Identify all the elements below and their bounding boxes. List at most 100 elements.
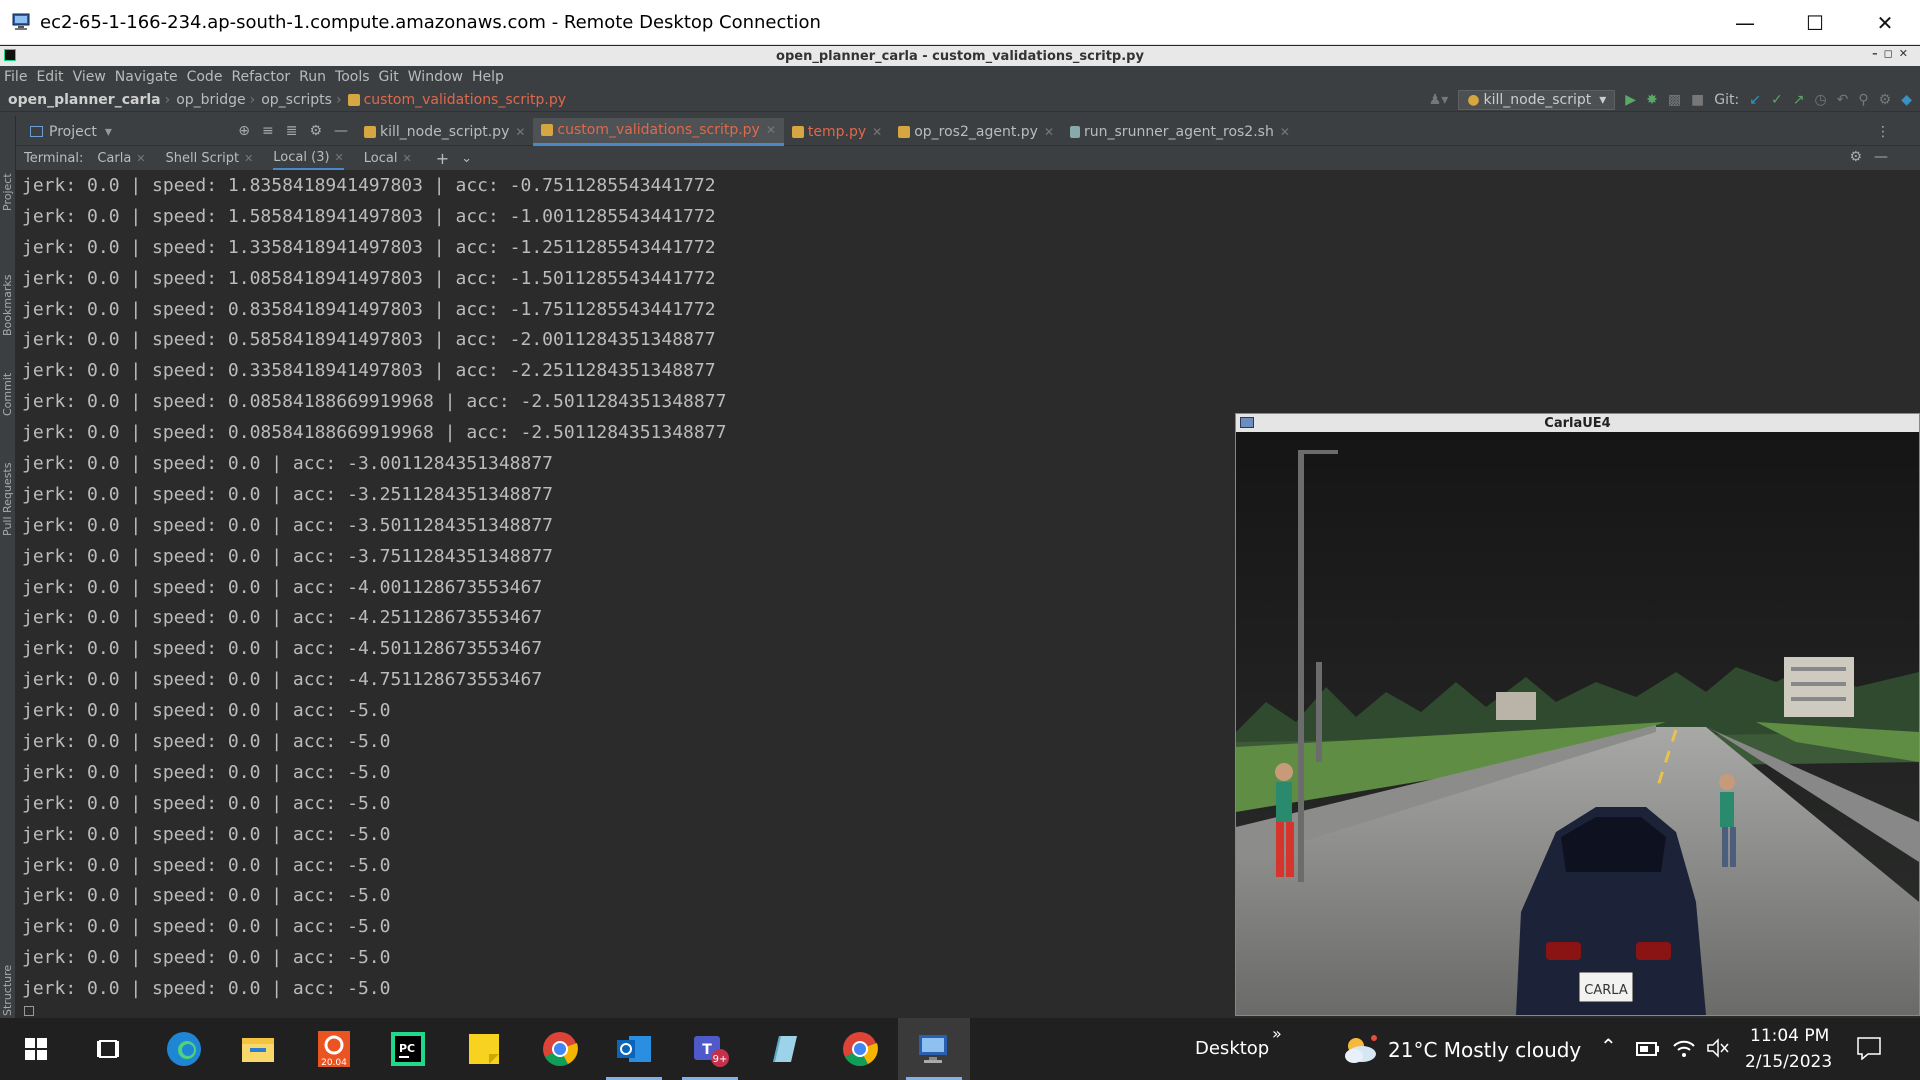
edge-icon[interactable] [148, 1018, 220, 1080]
terminal-tab-carla[interactable]: Carla ✕ [97, 146, 145, 170]
start-icon[interactable] [0, 1018, 72, 1080]
project-panel-header[interactable]: Project ▾ ⊕ ≡ ≣ ⚙ — [16, 118, 356, 146]
chrome-icon[interactable] [524, 1018, 596, 1080]
carla-title-bar[interactable]: CarlaUE4 [1236, 414, 1919, 432]
close-icon[interactable]: ✕ [1850, 0, 1920, 45]
tab-custom-validations[interactable]: custom_validations_scritp.py ✕ [533, 117, 784, 146]
stop-icon[interactable]: ■ [1691, 92, 1704, 108]
ubuntu-icon[interactable]: 20.04 [298, 1018, 370, 1080]
menu-view[interactable]: View [73, 69, 106, 85]
run-icon[interactable]: ▶ [1625, 92, 1636, 108]
tab-op-ros2-agent[interactable]: op_ros2_agent.py ✕ [890, 118, 1062, 146]
breadcrumb-op-bridge[interactable]: op_bridge [176, 92, 245, 108]
more-tabs-icon[interactable]: ⋮ [1876, 124, 1890, 140]
close-icon[interactable]: ✕ [402, 152, 411, 165]
user-icon[interactable]: ♟▾ [1429, 92, 1449, 108]
chevron-down-icon[interactable]: ▾ [105, 124, 112, 140]
maximize-icon[interactable]: ☐ [1780, 0, 1850, 45]
breadcrumb-op-scripts[interactable]: op_scripts [261, 92, 332, 108]
terminal-tab-local-3[interactable]: Local (3) ✕ [273, 146, 344, 170]
sidebar-pull-requests[interactable]: Pull Requests [1, 463, 14, 536]
remote-desktop-icon[interactable] [898, 1018, 970, 1080]
carla-viewport[interactable]: CARLA [1236, 432, 1919, 1015]
terminal-tab-shell-script[interactable]: Shell Script ✕ [166, 146, 254, 170]
editor-tab-row: Project ▾ ⊕ ≡ ≣ ⚙ — kill_node_script.py ✕… [16, 117, 1920, 146]
menu-git[interactable]: Git [379, 69, 399, 85]
tab-kill-node-script[interactable]: kill_node_script.py ✕ [356, 118, 533, 146]
terminal-settings-icons[interactable]: ⚙— [1849, 149, 1900, 165]
expand-all-icon[interactable]: ≡ [262, 123, 274, 139]
gear-icon[interactable]: ⚙ [309, 123, 322, 139]
menu-run[interactable]: Run [299, 69, 326, 85]
chrome-icon[interactable] [824, 1018, 896, 1080]
tab-temp[interactable]: temp.py ✕ [784, 118, 890, 146]
weather-text[interactable]: 21°C Mostly cloudy [1388, 1038, 1581, 1062]
menu-edit[interactable]: Edit [36, 69, 63, 85]
git-push-icon[interactable]: ↗ [1793, 92, 1805, 108]
teams-icon[interactable]: T 9+ [674, 1018, 746, 1080]
volume-muted-icon[interactable] [1706, 1038, 1730, 1062]
close-tab-icon[interactable]: ✕ [766, 123, 776, 137]
desktop-toolbar-label[interactable]: Desktop [1195, 1038, 1269, 1059]
close-tab-icon[interactable]: ✕ [1044, 125, 1054, 139]
git-rollback-icon[interactable]: ↶ [1837, 92, 1849, 108]
chevron-up-icon[interactable]: ⌃ [1600, 1034, 1617, 1058]
file-explorer-icon[interactable] [222, 1018, 294, 1080]
svg-text:9+: 9+ [713, 1054, 728, 1065]
sidebar-structure[interactable]: Structure [1, 965, 14, 1016]
breadcrumb-file[interactable]: custom_validations_scritp.py [364, 92, 566, 108]
breadcrumb-project[interactable]: open_planner_carla [8, 92, 161, 108]
menu-window[interactable]: Window [408, 69, 463, 85]
pycharm-icon[interactable]: PC [372, 1018, 444, 1080]
git-update-icon[interactable]: ↙ [1749, 92, 1761, 108]
menu-file[interactable]: File [4, 69, 27, 85]
menu-tools[interactable]: Tools [335, 69, 370, 85]
menu-help[interactable]: Help [472, 69, 504, 85]
settings-icon[interactable]: ⚙ [1879, 92, 1892, 108]
battery-icon[interactable] [1636, 1041, 1660, 1061]
carla-window[interactable]: CarlaUE4 CARLA [1235, 413, 1920, 1016]
sticky-notes-icon[interactable] [448, 1018, 520, 1080]
task-view-icon[interactable] [72, 1018, 144, 1080]
close-tab-icon[interactable]: ✕ [1280, 125, 1290, 139]
menu-navigate[interactable]: Navigate [115, 69, 178, 85]
close-icon[interactable]: ✕ [335, 151, 344, 164]
run-config-select[interactable]: ● kill_node_script ▾ [1458, 90, 1616, 110]
jetbrains-icon[interactable]: ◆ [1901, 92, 1912, 108]
sidebar-commit[interactable]: Commit [1, 373, 14, 416]
collapse-all-icon[interactable]: ≣ [286, 123, 298, 139]
weather-cloudy-icon[interactable] [1340, 1032, 1380, 1070]
clock-time[interactable]: 11:04 PM [1750, 1026, 1829, 1046]
notification-icon[interactable] [1856, 1036, 1882, 1064]
sidebar-bookmarks[interactable]: Bookmarks [1, 275, 14, 336]
debug-icon[interactable]: ✸ [1646, 92, 1658, 108]
python-file-icon [347, 93, 360, 106]
git-commit-icon[interactable]: ✓ [1771, 92, 1783, 108]
search-icon[interactable]: ⚲ [1858, 92, 1868, 108]
outlook-icon[interactable] [598, 1018, 670, 1080]
new-terminal-icon[interactable]: + [436, 149, 449, 168]
wifi-icon[interactable] [1672, 1038, 1696, 1062]
git-history-icon[interactable]: ◷ [1814, 92, 1826, 108]
minimize-icon[interactable]: — [1710, 0, 1780, 45]
notepad-icon[interactable] [748, 1018, 820, 1080]
coverage-icon[interactable]: ▩ [1668, 92, 1681, 108]
close-tab-icon[interactable]: ✕ [872, 125, 882, 139]
menu-refactor[interactable]: Refactor [231, 69, 290, 85]
tab-run-srunner[interactable]: run_srunner_agent_ros2.sh ✕ [1062, 118, 1298, 146]
hide-icon[interactable]: — [334, 123, 348, 139]
chevron-right-icon[interactable]: » [1272, 1024, 1282, 1043]
clock-date[interactable]: 2/15/2023 [1745, 1052, 1832, 1072]
close-icon[interactable]: ✕ [244, 152, 253, 165]
menu-code[interactable]: Code [187, 69, 223, 85]
carla-scene: CARLA [1236, 432, 1919, 1015]
python-file-icon [898, 125, 911, 138]
terminal-tab-local[interactable]: Local ✕ [364, 146, 412, 170]
locate-icon[interactable]: ⊕ [238, 123, 250, 139]
ide-title: open_planner_carla - custom_validations_… [776, 48, 1144, 64]
chevron-down-icon[interactable]: ⌄ [461, 151, 472, 166]
ide-window-controls[interactable]: –◻✕ [1872, 47, 1914, 60]
sidebar-project[interactable]: Project [1, 173, 14, 211]
close-icon[interactable]: ✕ [136, 152, 145, 165]
close-tab-icon[interactable]: ✕ [515, 125, 525, 139]
